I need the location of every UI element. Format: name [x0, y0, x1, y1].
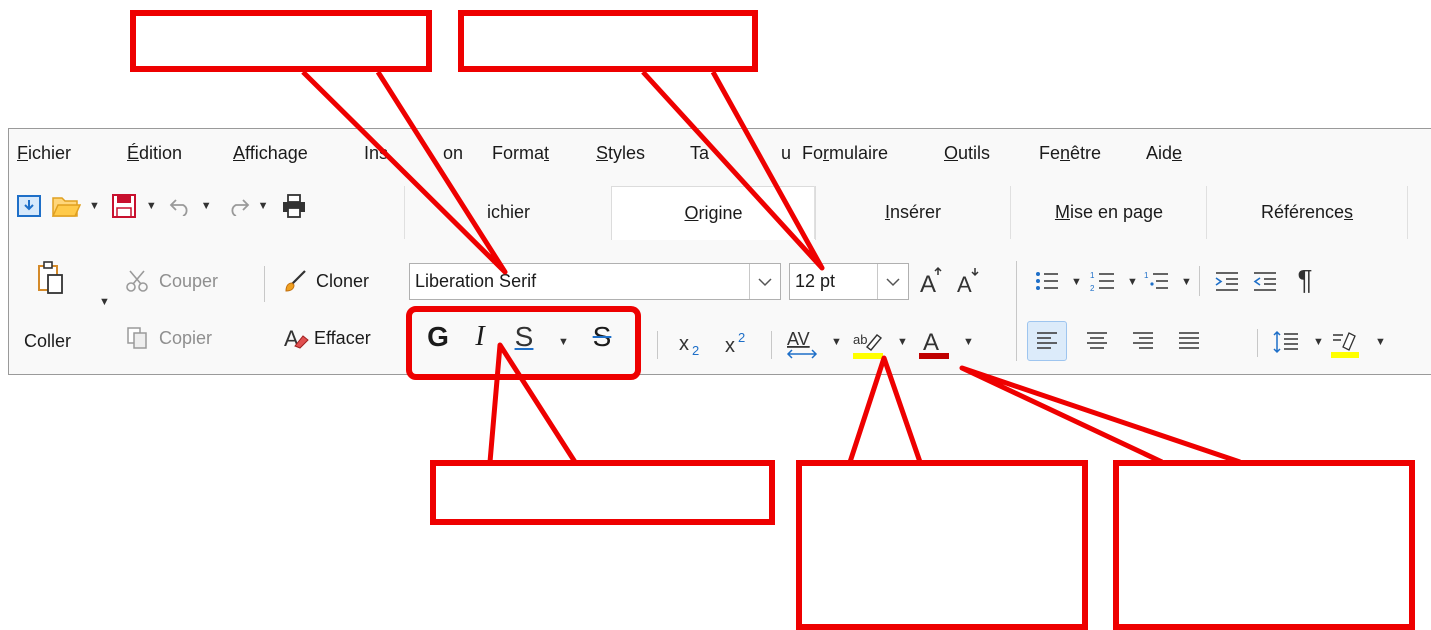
callout-pointer-highlight — [847, 355, 923, 463]
callout-box-highlight — [796, 460, 1088, 630]
callout-box-font-style — [430, 460, 775, 525]
callout-pointer-font-style — [487, 342, 578, 464]
callout-pointer-font-color — [959, 365, 1241, 465]
callout-pointer-font-size — [641, 70, 825, 271]
callout-pointer-font-name — [301, 70, 508, 275]
callout-box-font-color — [1113, 460, 1415, 630]
